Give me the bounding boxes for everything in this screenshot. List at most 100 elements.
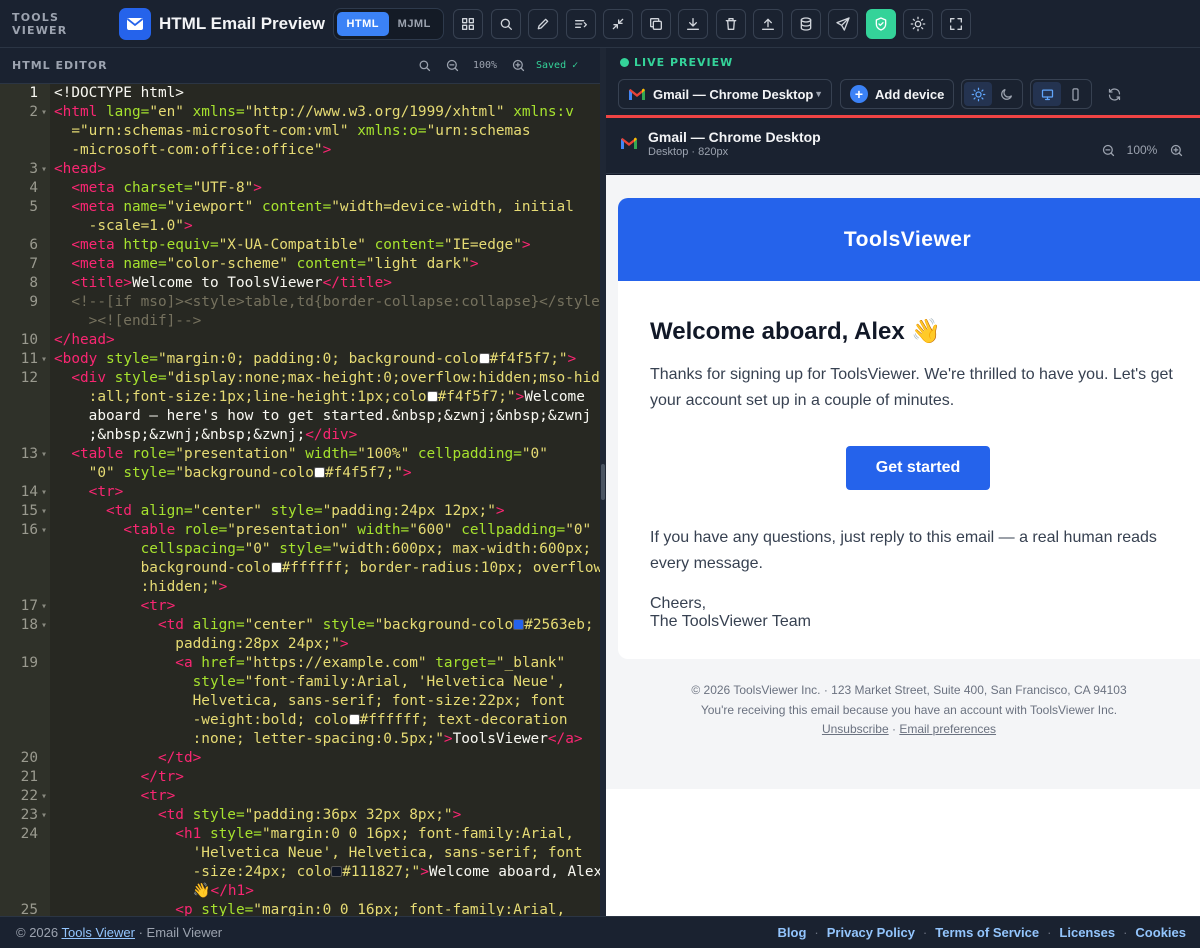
color-swatch[interactable] (513, 619, 525, 630)
unsubscribe-link[interactable]: Unsubscribe (822, 722, 889, 736)
code-line: 14 ▾ <tr> (20, 483, 124, 502)
fold-toggle[interactable]: ▾ (38, 806, 50, 825)
email-questions: If you have any questions, just reply to… (650, 529, 1157, 572)
mobile-view-button[interactable] (1061, 82, 1089, 106)
search-button[interactable] (490, 8, 521, 39)
code-line: ="urn:schemas-microsoft-com:vml" xmlns:o… (71, 123, 531, 139)
data-button[interactable] (790, 8, 821, 39)
mode-html-button[interactable]: HTML (337, 11, 389, 36)
cookies-link[interactable]: Cookies (1135, 925, 1186, 940)
database-icon (800, 16, 811, 31)
code-line: Helvetica, sans-serif; font-size:22px; f… (192, 693, 566, 709)
fold-toggle[interactable]: ▾ (38, 787, 50, 806)
security-check-button[interactable] (865, 8, 896, 39)
color-swatch[interactable] (331, 866, 343, 877)
fold-toggle[interactable]: ▾ (38, 521, 50, 540)
footer-copyright: © 2026 Tools Viewer · Email Viewer (16, 925, 223, 940)
editor-zoom-out-button[interactable] (438, 52, 466, 80)
code-line: 15 ▾ <td align="center" style="padding:24… (20, 502, 505, 521)
code-line: 4 <meta charset="UTF-8"> (29, 180, 262, 196)
chevron-down-icon: ▼ (814, 89, 823, 99)
color-swatch[interactable] (478, 353, 490, 364)
format-button[interactable] (565, 8, 596, 39)
copy-button[interactable] (640, 8, 671, 39)
code-line: 10 </head> (20, 332, 115, 348)
desktop-icon (1041, 89, 1053, 100)
desktop-view-button[interactable] (1033, 82, 1061, 106)
editor-zoom-level: 100% (472, 60, 498, 71)
email-preferences-link[interactable]: Email preferences (899, 722, 996, 736)
preview-zoom-in-button[interactable] (1162, 136, 1190, 164)
dark-mode-button[interactable] (992, 82, 1020, 106)
color-swatch[interactable] (426, 391, 438, 402)
edit-button[interactable] (528, 8, 558, 39)
code-line: 3 ▾ <head> (29, 160, 106, 179)
templates-button[interactable] (453, 8, 483, 39)
clear-button[interactable] (715, 8, 746, 39)
fold-toggle[interactable]: ▾ (38, 502, 50, 521)
get-started-button[interactable]: Get started (846, 446, 990, 490)
site-footer: © 2026 Tools Viewer · Email Viewer Blog ·… (0, 916, 1200, 948)
code-line: "0" style="background-colo #f4f5f7;"> (88, 465, 412, 481)
upload-button[interactable] (753, 8, 783, 39)
code-line: 17 ▾ <tr> (20, 597, 176, 616)
trash-icon (725, 17, 736, 30)
editor-zoom-in-button[interactable] (504, 52, 532, 80)
fold-toggle[interactable]: ▾ (38, 350, 50, 369)
email-brand-link[interactable]: ToolsViewer (618, 228, 1199, 252)
mode-mjml-button[interactable]: MJML (389, 12, 441, 36)
footer-reason: You're receiving this email because you … (700, 702, 1118, 717)
splitter-handle[interactable] (601, 464, 605, 500)
tools-viewer-link[interactable]: Tools Viewer (62, 925, 135, 940)
preview-zoom-out-button[interactable] (1094, 136, 1122, 164)
preview-canvas[interactable]: ToolsViewer Welcome aboard, Alex 👋 Thank… (606, 175, 1200, 916)
code-editor[interactable]: 1 <!DOCTYPE html> 2 ▾ <html lang="en" xmlns… (0, 84, 600, 916)
zoom-out-icon (446, 59, 458, 72)
email-signoff: Cheers, The ToolsViewer Team (650, 595, 811, 630)
code-line: 18 ▾ <td align="center" style="background… (20, 616, 594, 635)
fold-toggle[interactable]: ▾ (38, 160, 50, 179)
light-mode-button[interactable] (964, 82, 992, 106)
add-device-button[interactable]: + Add device (840, 79, 954, 109)
fullscreen-button[interactable] (940, 8, 971, 39)
code-line: 👋</h1> (192, 883, 254, 899)
email-card: ToolsViewer Welcome aboard, Alex 👋 Thank… (618, 198, 1200, 659)
code-line: 20 </td> (20, 750, 202, 766)
search-icon (419, 60, 430, 72)
blog-link[interactable]: Blog (778, 925, 807, 940)
fold-toggle[interactable]: ▾ (38, 103, 50, 122)
footer-address: © 2026 ToolsViewer Inc. · 123 Market Str… (691, 683, 1127, 697)
download-button[interactable] (678, 8, 708, 39)
send-test-button[interactable] (828, 8, 858, 39)
device-select[interactable]: Gmail — Chrome Desktop ▼ (618, 79, 832, 109)
email-header: ToolsViewer (618, 198, 1200, 281)
color-swatch[interactable] (270, 562, 282, 573)
sun-icon (910, 16, 926, 31)
terms-link[interactable]: Terms of Service (935, 925, 1039, 940)
pen-icon (537, 18, 549, 29)
zoom-out-icon (1102, 144, 1114, 156)
fold-toggle[interactable]: ▾ (38, 597, 50, 616)
theme-button[interactable] (903, 8, 933, 39)
color-swatch[interactable] (313, 467, 325, 478)
code-line: 7 <meta name="color-scheme" content="lig… (29, 256, 479, 272)
fold-toggle[interactable]: ▾ (38, 483, 50, 502)
plus-icon: + (850, 85, 868, 103)
editor-header: HTML EDITOR 100% Saved ✓ (0, 48, 602, 84)
privacy-policy-link[interactable]: Privacy Policy (827, 925, 915, 940)
code-line: 22 ▾ <tr> (20, 787, 176, 806)
refresh-button[interactable] (1100, 80, 1128, 108)
fullscreen-icon (949, 17, 962, 30)
fold-toggle[interactable]: ▾ (38, 445, 50, 464)
licenses-link[interactable]: Licenses (1059, 925, 1115, 940)
refresh-icon (1108, 87, 1120, 101)
editor-search-button[interactable] (410, 52, 438, 80)
sun-icon (971, 87, 985, 101)
code-line: padding:28px 24px;"> (175, 636, 349, 652)
device-name: Gmail — Chrome Desktop (648, 129, 821, 145)
fold-toggle[interactable]: ▾ (38, 616, 50, 635)
color-swatch[interactable] (348, 714, 360, 725)
email-footer: © 2026 ToolsViewer Inc. · 123 Market Str… (618, 659, 1200, 765)
color-scheme-toggle (961, 79, 1023, 109)
minify-button[interactable] (603, 8, 633, 39)
